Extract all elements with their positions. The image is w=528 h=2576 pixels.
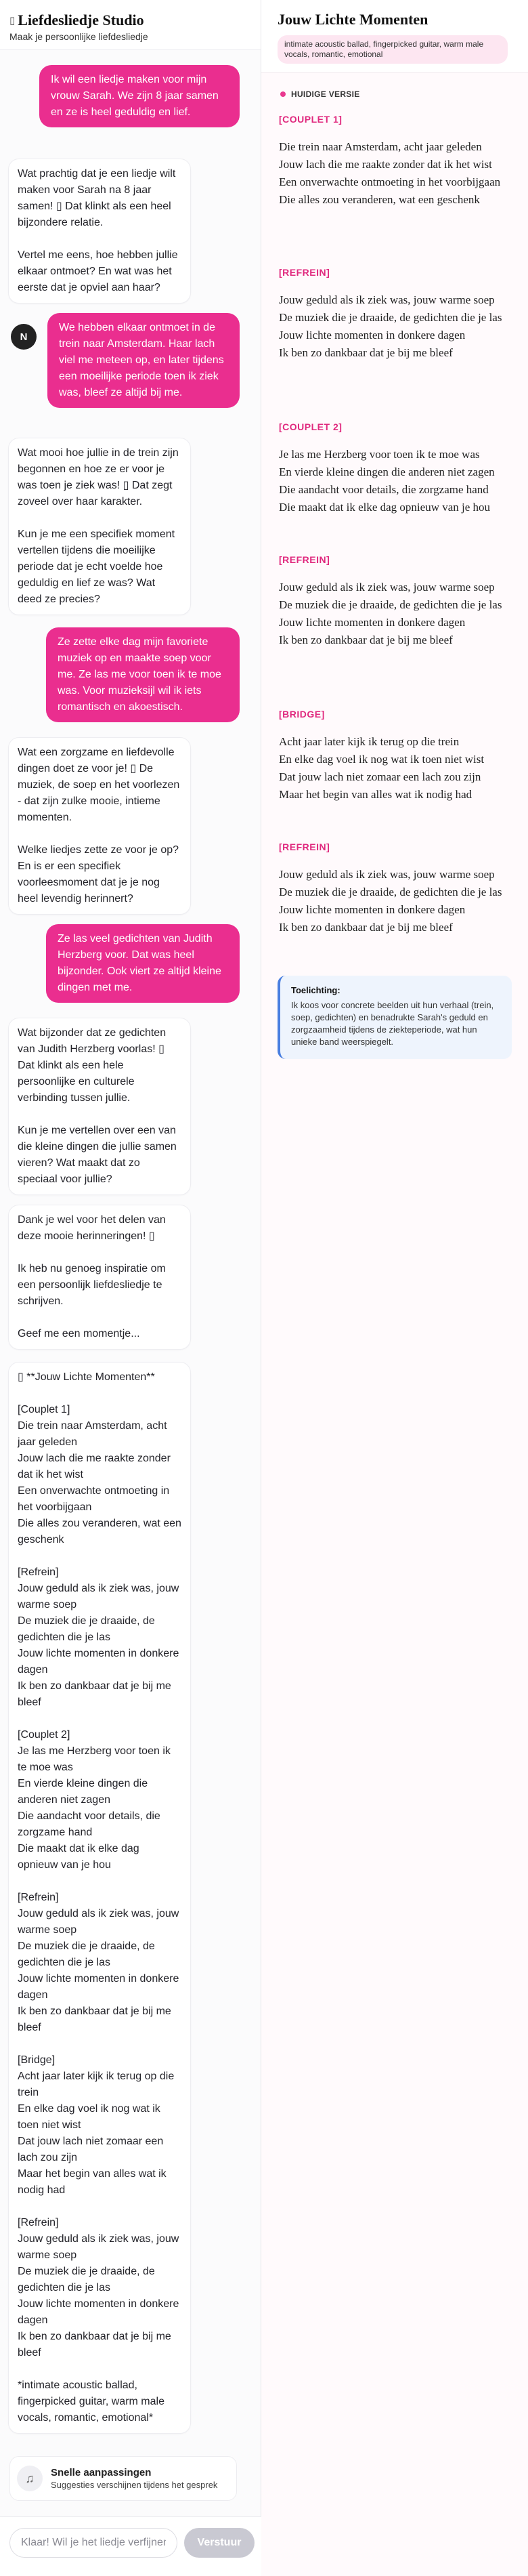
song-section: [BRIDGE] Acht jaar later kijk ik terug o…: [279, 709, 509, 804]
app-root: ▯ Liefdesliedje Studio Maak je persoonli…: [0, 0, 528, 2576]
lyric-line: Jouw lichte momenten in donkere dagen: [279, 329, 466, 341]
assistant-message: Wat bijzonder dat ze gedichten van Judit…: [8, 1018, 191, 1195]
style-badge: intimate acoustic ballad, fingerpicked g…: [278, 35, 508, 64]
lyric-line: De muziek die je draaide, de gedichten d…: [279, 598, 502, 611]
app-subtitle: Maak je persoonlijke liefdesliedje: [9, 31, 148, 42]
current-version-text: HUIDIGE VERSIE: [291, 89, 360, 99]
song-section: [REFREIN] Jouw geduld als ik ziek was, j…: [279, 267, 509, 362]
assistant-message: Wat prachtig dat je een liedje wilt make…: [8, 159, 191, 304]
section-label: [BRIDGE]: [279, 709, 325, 720]
section-label: [REFREIN]: [279, 842, 330, 852]
section-lyrics: Je las me Herzberg voor toen ik te moe w…: [279, 446, 509, 516]
assistant-avatar: N: [11, 324, 37, 350]
song-header: Jouw Lichte Momenten intimate acoustic b…: [261, 0, 528, 73]
chat-header: ▯ Liefdesliedje Studio Maak je persoonli…: [0, 0, 261, 50]
lyric-line: Die alles zou veranderen, wat een gesche…: [279, 193, 480, 206]
send-button[interactable]: Verstuur: [184, 2528, 255, 2558]
song-pane: Jouw Lichte Momenten intimate acoustic b…: [261, 0, 528, 2576]
brand-icon: ▯: [9, 14, 16, 26]
section-label: [COUPLET 2]: [279, 421, 343, 432]
quick-adjustments-panel: ♫ Snelle aanpassingen Suggesties verschi…: [9, 2456, 237, 2501]
lyric-line: Je las me Herzberg voor toen ik te moe w…: [279, 448, 480, 461]
assistant-message: Dank je wel voor het delen van deze mooi…: [8, 1205, 191, 1350]
note-text: Ik koos voor concrete beelden uit hun ve…: [291, 1000, 494, 1047]
section-label: [COUPLET 1]: [279, 114, 343, 125]
user-message: Ze zette elke dag mijn favoriete muziek …: [46, 627, 240, 722]
section-label: [REFREIN]: [279, 267, 330, 278]
lyric-line: Die aandacht voor details, die zorgzame …: [279, 483, 489, 496]
section-lyrics: Jouw geduld als ik ziek was, jouw warme …: [279, 579, 509, 649]
lyric-line: Jouw geduld als ik ziek was, jouw warme …: [279, 581, 495, 594]
note-title: Toelichting:: [291, 985, 340, 995]
lyric-line: En vierde kleine dingen die anderen niet…: [279, 465, 495, 478]
lyric-line: Acht jaar later kijk ik terug op die tre…: [279, 735, 460, 748]
lyric-line: Ik ben zo dankbaar dat je bij me bleef: [279, 346, 453, 359]
lyric-line: Die maakt dat ik elke dag opnieuw van je…: [279, 501, 491, 514]
music-note-icon: ♫: [17, 2466, 43, 2491]
quick-adjustments-subtitle: Suggesties verschijnen tijdens het gespr…: [51, 2480, 218, 2490]
status-dot-icon: [280, 91, 286, 97]
song-section: [REFREIN] Jouw geduld als ik ziek was, j…: [279, 842, 509, 936]
section-lyrics: Jouw geduld als ik ziek was, jouw warme …: [279, 291, 509, 362]
chat-pane: ▯ Liefdesliedje Studio Maak je persoonli…: [0, 0, 261, 2576]
app-title-text: Liefdesliedje Studio: [18, 12, 144, 28]
lyric-line: Een onverwachte ontmoeting in het voorbi…: [279, 175, 501, 188]
song-section: [REFREIN] Jouw geduld als ik ziek was, j…: [279, 554, 509, 649]
lyric-line: Jouw geduld als ik ziek was, jouw warme …: [279, 868, 495, 881]
section-lyrics: Die trein naar Amsterdam, acht jaar gele…: [279, 138, 509, 209]
quick-adjustments-title: Snelle aanpassingen: [51, 2467, 152, 2478]
lyric-line: Dat jouw lach niet zomaar een lach zou z…: [279, 770, 481, 783]
composer: Verstuur: [0, 2516, 261, 2576]
assistant-message: Wat mooi hoe jullie in de trein zijn beg…: [8, 438, 191, 615]
assistant-message-song: ▯ **Jouw Lichte Momenten** [Couplet 1] D…: [8, 1362, 191, 2434]
song-section: [COUPLET 1] Die trein naar Amsterdam, ac…: [279, 114, 509, 209]
song-section: [COUPLET 2] Je las me Herzberg voor toen…: [279, 421, 509, 516]
user-message: Ik wil een liedje maken voor mijn vrouw …: [39, 65, 240, 127]
section-lyrics: Acht jaar later kijk ik terug op die tre…: [279, 733, 509, 804]
user-message: Ze las veel gedichten van Judith Herzber…: [46, 924, 240, 1003]
lyric-line: Ik ben zo dankbaar dat je bij me bleef: [279, 921, 453, 934]
lyric-line: Ik ben zo dankbaar dat je bij me bleef: [279, 633, 453, 646]
lyric-line: Jouw lichte momenten in donkere dagen: [279, 616, 466, 629]
assistant-message: Wat een zorgzame en liefdevolle dingen d…: [8, 737, 191, 915]
current-version-label: HUIDIGE VERSIE: [280, 89, 360, 99]
lyric-line: De muziek die je draaide, de gedichten d…: [279, 886, 502, 898]
section-label: [REFREIN]: [279, 554, 330, 565]
lyric-line: Die trein naar Amsterdam, acht jaar gele…: [279, 140, 482, 153]
message-input[interactable]: [9, 2528, 177, 2558]
section-lyrics: Jouw geduld als ik ziek was, jouw warme …: [279, 866, 509, 936]
lyric-line: De muziek die je draaide, de gedichten d…: [279, 311, 502, 324]
app-title: ▯ Liefdesliedje Studio: [9, 12, 251, 29]
lyric-line: Jouw lach die me raakte zonder dat ik he…: [279, 158, 492, 171]
lyric-line: Jouw lichte momenten in donkere dagen: [279, 903, 466, 916]
lyric-line: Jouw geduld als ik ziek was, jouw warme …: [279, 293, 495, 306]
lyric-line: Maar het begin van alles wat ik nodig ha…: [279, 788, 472, 801]
song-title: Jouw Lichte Momenten: [278, 11, 428, 28]
explanation-note: Toelichting: Ik koos voor concrete beeld…: [278, 976, 512, 1059]
user-message: We hebben elkaar ontmoet in de trein naa…: [47, 313, 240, 408]
lyric-line: En elke dag voel ik nog wat ik toen niet…: [279, 753, 485, 766]
